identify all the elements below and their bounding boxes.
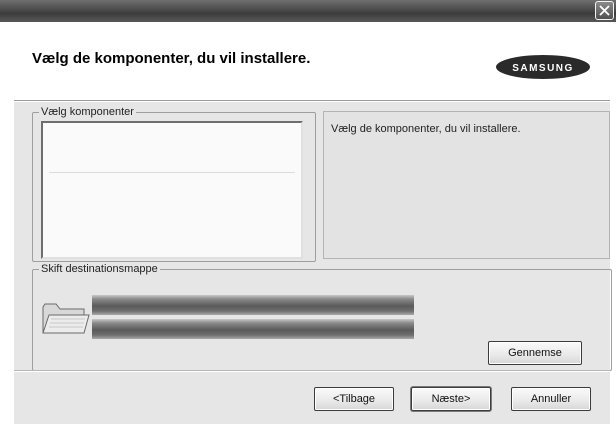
components-group-label: Vælg komponenter: [39, 106, 136, 118]
components-list[interactable]: [41, 121, 303, 259]
browse-button[interactable]: Gennemse: [488, 341, 582, 365]
folder-icon: [42, 303, 90, 334]
cancel-button[interactable]: Annuller: [511, 387, 591, 411]
destination-path-bar-bottom: [92, 319, 414, 339]
svg-text:SAMSUNG: SAMSUNG: [512, 63, 574, 74]
installer-window: Vælg de komponenter, du vil installere. …: [0, 0, 616, 424]
destination-path-bar-top: [92, 295, 414, 315]
close-button[interactable]: [595, 1, 614, 20]
list-divider: [49, 172, 295, 173]
page-title: Vælg de komponenter, du vil installere.: [32, 50, 311, 67]
window-frame-left: [0, 22, 14, 424]
description-text: Vælg de komponenter, du vil installere.: [331, 123, 521, 135]
next-button[interactable]: Næste>: [411, 387, 491, 411]
close-icon: [599, 5, 610, 16]
footer-divider: [14, 370, 610, 372]
description-panel: Vælg de komponenter, du vil installere.: [323, 111, 610, 259]
destination-group-label: Skift destinationsmappe: [39, 263, 160, 275]
samsung-logo: SAMSUNG: [496, 55, 590, 79]
back-button[interactable]: <Tilbage: [314, 387, 394, 411]
title-bar[interactable]: [0, 0, 616, 22]
header-panel: Vælg de komponenter, du vil installere. …: [14, 22, 610, 100]
